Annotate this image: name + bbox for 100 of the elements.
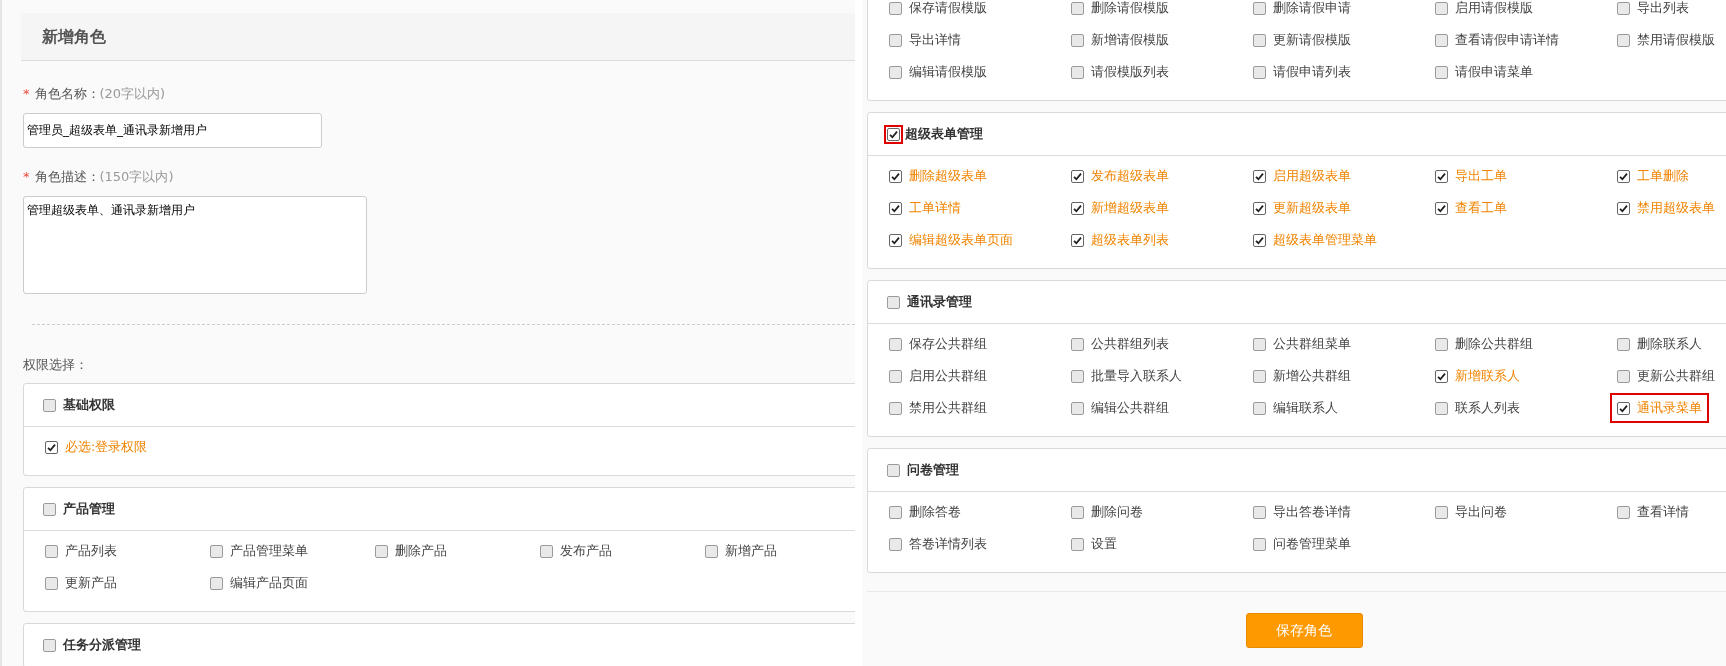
permission-label: 必选:登录权限 <box>65 438 148 457</box>
checkbox[interactable] <box>889 201 902 215</box>
permission-label: 导出答卷详情 <box>1273 503 1351 522</box>
checkbox[interactable] <box>887 295 900 309</box>
permission-label: 新增联系人 <box>1455 367 1520 386</box>
permission-label: 请假申请列表 <box>1273 63 1351 82</box>
checkbox[interactable] <box>45 576 58 590</box>
checkbox[interactable] <box>1253 369 1266 383</box>
checkbox[interactable] <box>889 65 902 79</box>
checkbox[interactable] <box>1435 337 1448 351</box>
permission-label: 发布超级表单 <box>1091 167 1169 186</box>
checkbox[interactable] <box>1071 537 1084 551</box>
checkbox[interactable] <box>889 537 902 551</box>
permission-label: 更新超级表单 <box>1273 199 1351 218</box>
checkbox[interactable] <box>1071 65 1084 79</box>
checkbox[interactable] <box>889 369 902 383</box>
description-field[interactable]: 管理超级表单、通讯录新增用户 <box>23 196 367 294</box>
field-label: 角色描述： <box>34 168 100 187</box>
checkbox[interactable] <box>1617 201 1630 215</box>
checkbox[interactable] <box>45 544 58 558</box>
checkbox[interactable] <box>1617 33 1630 47</box>
checkbox[interactable] <box>1253 169 1266 183</box>
permission-label: 工单详情 <box>909 199 961 218</box>
permission-label: 问卷管理菜单 <box>1273 535 1351 554</box>
checkbox[interactable] <box>1617 169 1630 183</box>
permission-label: 答卷详情列表 <box>909 535 987 554</box>
checkbox[interactable] <box>1071 337 1084 351</box>
permission-label: 设置 <box>1091 535 1117 554</box>
group-title: 基础权限 <box>63 396 115 415</box>
checkbox[interactable] <box>43 398 56 412</box>
checkbox[interactable] <box>1071 233 1084 247</box>
permission-label: 公共群组列表 <box>1091 335 1169 354</box>
checkbox[interactable] <box>210 544 223 558</box>
checkbox[interactable] <box>1435 505 1448 519</box>
permission-label: 超级表单列表 <box>1091 231 1169 250</box>
checkbox[interactable] <box>1253 505 1266 519</box>
permission-label: 编辑产品页面 <box>230 574 308 593</box>
permission-label: 产品管理菜单 <box>230 542 308 561</box>
permission-label: 请假模版列表 <box>1091 63 1169 82</box>
checkbox[interactable] <box>1435 201 1448 215</box>
checkbox[interactable] <box>1253 201 1266 215</box>
checkbox[interactable] <box>1071 401 1084 415</box>
checkbox[interactable] <box>889 233 902 247</box>
checkbox[interactable] <box>889 1 902 15</box>
field-hint: (20字以内) <box>99 85 166 104</box>
checkbox[interactable] <box>889 505 902 519</box>
permission-label: 删除答卷 <box>909 503 961 522</box>
checkbox[interactable] <box>1617 505 1630 519</box>
checkbox[interactable] <box>1071 169 1084 183</box>
checkbox[interactable] <box>210 576 223 590</box>
checkbox[interactable] <box>1435 169 1448 183</box>
permission-label: 超级表单管理菜单 <box>1273 231 1377 250</box>
checkbox[interactable] <box>43 638 56 652</box>
permission-label: 工单删除 <box>1637 167 1689 186</box>
group-title: 超级表单管理 <box>905 125 983 144</box>
checkbox[interactable] <box>45 440 58 454</box>
checkbox[interactable] <box>43 502 56 516</box>
checkbox[interactable] <box>1071 505 1084 519</box>
checkbox[interactable] <box>540 544 553 558</box>
permission-label: 批量导入联系人 <box>1091 367 1182 386</box>
permission-label: 公共群组菜单 <box>1273 335 1351 354</box>
checkbox[interactable] <box>887 463 900 477</box>
checkbox[interactable] <box>889 401 902 415</box>
checkbox[interactable] <box>705 544 718 558</box>
checkbox[interactable] <box>889 337 902 351</box>
checkbox[interactable] <box>1617 401 1630 415</box>
checkbox[interactable] <box>1253 65 1266 79</box>
permission-label: 联系人列表 <box>1455 399 1520 418</box>
checkbox[interactable] <box>1071 201 1084 215</box>
permission-label: 保存公共群组 <box>909 335 987 354</box>
permission-label: 编辑公共群组 <box>1091 399 1169 418</box>
checkbox[interactable] <box>1071 33 1084 47</box>
checkbox[interactable] <box>1071 369 1084 383</box>
checkbox[interactable] <box>889 169 902 183</box>
permission-label: 新增超级表单 <box>1091 199 1169 218</box>
permission-label: 删除请假申请 <box>1273 0 1351 18</box>
name-field[interactable]: 管理员_超级表单_通讯录新增用户 <box>23 113 322 148</box>
checkbox[interactable] <box>1253 233 1266 247</box>
permission-label: 删除公共群组 <box>1455 335 1533 354</box>
checkbox[interactable] <box>375 544 388 558</box>
checkbox[interactable] <box>889 33 902 47</box>
checkbox[interactable] <box>1435 401 1448 415</box>
permission-label: 禁用超级表单 <box>1637 199 1715 218</box>
checkbox[interactable] <box>1253 537 1266 551</box>
checkbox[interactable] <box>1435 369 1448 383</box>
checkbox[interactable] <box>1071 1 1084 15</box>
checkbox[interactable] <box>1253 1 1266 15</box>
permission-label: 更新产品 <box>65 574 117 593</box>
checkbox[interactable] <box>1617 1 1630 15</box>
checkbox[interactable] <box>1435 65 1448 79</box>
checkbox[interactable] <box>1435 1 1448 15</box>
checkbox[interactable] <box>1435 33 1448 47</box>
permission-label: 查看工单 <box>1455 199 1507 218</box>
permission-label: 新增产品 <box>725 542 777 561</box>
checkbox[interactable] <box>1617 369 1630 383</box>
checkbox[interactable] <box>1253 401 1266 415</box>
checkbox[interactable] <box>1253 337 1266 351</box>
required-asterisk: * <box>23 168 30 187</box>
checkbox[interactable] <box>1617 337 1630 351</box>
checkbox[interactable] <box>1253 33 1266 47</box>
